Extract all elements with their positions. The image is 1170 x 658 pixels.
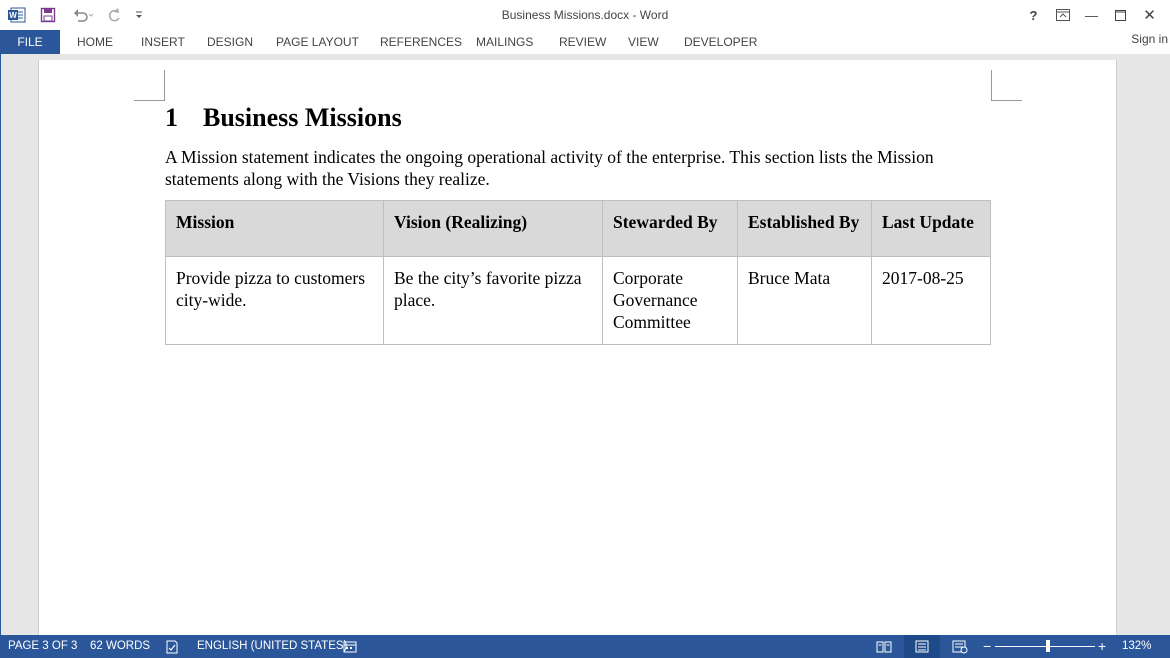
zoom-level[interactable]: 132% bbox=[1122, 635, 1151, 658]
table-cell[interactable]: Be the city’s favorite pizza place. bbox=[383, 256, 603, 345]
close-button[interactable]: ✕ bbox=[1135, 4, 1164, 26]
maximize-icon[interactable] bbox=[1106, 4, 1135, 26]
tab-design[interactable]: DESIGN bbox=[207, 30, 253, 54]
print-layout-icon[interactable] bbox=[904, 635, 940, 658]
heading-text: Business Missions bbox=[203, 103, 402, 132]
table-cell[interactable]: Bruce Mata bbox=[737, 256, 872, 345]
table-header-cell[interactable]: Stewarded By bbox=[602, 200, 738, 257]
ribbon-display-options-icon[interactable] bbox=[1048, 4, 1077, 26]
macro-recording-icon[interactable] bbox=[342, 639, 358, 654]
crop-mark-top-right bbox=[991, 70, 1022, 101]
tab-view[interactable]: VIEW bbox=[628, 30, 659, 54]
tab-file[interactable]: FILE bbox=[0, 30, 60, 54]
help-button[interactable]: ? bbox=[1019, 4, 1048, 26]
minimize-button[interactable]: — bbox=[1077, 4, 1106, 26]
table-cell[interactable]: Provide pizza to customers city-wide. bbox=[165, 256, 384, 345]
zoom-in-button[interactable]: + bbox=[1098, 635, 1106, 658]
tab-references[interactable]: REFERENCES bbox=[380, 30, 462, 54]
heading-1[interactable]: 1 Business Missions bbox=[165, 103, 402, 133]
document-page[interactable]: 1 Business Missions A Mission statement i… bbox=[38, 60, 1117, 635]
window-controls: ? — ✕ bbox=[1019, 4, 1164, 26]
crop-mark-top-left bbox=[134, 70, 165, 101]
tab-home[interactable]: HOME bbox=[77, 30, 113, 54]
word-count[interactable]: 62 WORDS bbox=[90, 635, 150, 658]
tab-mailings[interactable]: MAILINGS bbox=[476, 30, 533, 54]
zoom-out-button[interactable]: − bbox=[983, 635, 991, 658]
heading-number: 1 bbox=[165, 103, 178, 132]
title-bar: W Business Missions.docx - Word ? — ✕ bbox=[0, 0, 1170, 30]
table-header-cell[interactable]: Last Update bbox=[871, 200, 991, 257]
web-layout-icon[interactable] bbox=[952, 639, 968, 654]
read-mode-icon[interactable] bbox=[876, 639, 892, 654]
proofing-icon[interactable] bbox=[164, 639, 180, 654]
table-header-cell[interactable]: Vision (Realizing) bbox=[383, 200, 603, 257]
tab-developer[interactable]: DEVELOPER bbox=[684, 30, 757, 54]
page-count[interactable]: PAGE 3 OF 3 bbox=[8, 635, 77, 658]
zoom-slider-thumb[interactable] bbox=[1046, 640, 1050, 652]
tab-insert[interactable]: INSERT bbox=[141, 30, 185, 54]
ribbon-tabs: FILE HOME INSERT DESIGN PAGE LAYOUT REFE… bbox=[0, 30, 1170, 54]
window-title: Business Missions.docx - Word bbox=[501, 8, 669, 22]
status-bar: PAGE 3 OF 3 62 WORDS ENGLISH (UNITED STA… bbox=[0, 635, 1170, 658]
zoom-slider-track[interactable] bbox=[995, 646, 1095, 647]
table-header-cell[interactable]: Mission bbox=[165, 200, 384, 257]
table-header-cell[interactable]: Established By bbox=[737, 200, 872, 257]
document-area: 1 Business Missions A Mission statement i… bbox=[0, 54, 1170, 635]
missions-table[interactable]: Mission Vision (Realizing) Stewarded By … bbox=[165, 200, 991, 345]
table-cell[interactable]: 2017-08-25 bbox=[871, 256, 991, 345]
table-header-row: Mission Vision (Realizing) Stewarded By … bbox=[165, 200, 991, 257]
body-paragraph[interactable]: A Mission statement indicates the ongoin… bbox=[165, 146, 985, 190]
tab-review[interactable]: REVIEW bbox=[559, 30, 606, 54]
table-row: Provide pizza to customers city-wide. Be… bbox=[165, 256, 991, 345]
language-indicator[interactable]: ENGLISH (UNITED STATES) bbox=[197, 635, 347, 658]
sign-in-link[interactable]: Sign in bbox=[1131, 30, 1168, 48]
tab-page-layout[interactable]: PAGE LAYOUT bbox=[276, 30, 359, 54]
table-cell[interactable]: Corporate Governance Committee bbox=[602, 256, 738, 345]
